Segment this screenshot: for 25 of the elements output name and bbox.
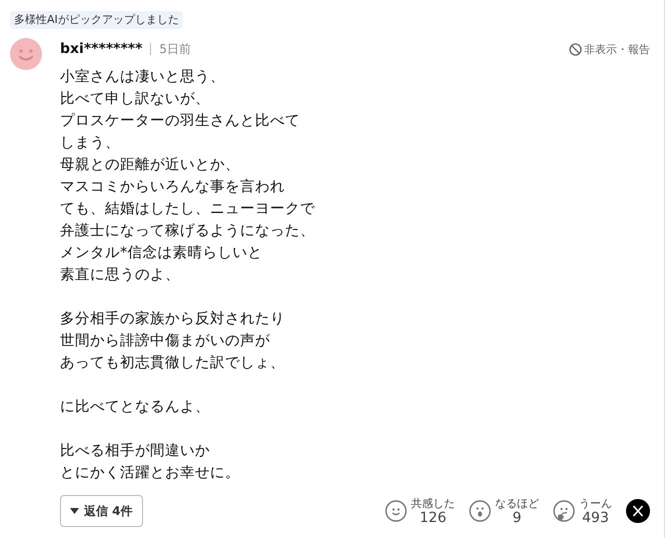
comment-text: 比べる相手が間違いか とにかく活躍とお幸せに。 bbox=[60, 442, 241, 483]
replies-button[interactable]: 返信 4件 bbox=[60, 495, 143, 527]
comment-text: 多分相手の家族から反対されたり 世間から誹謗中傷まがいの声が あっても初志貫徹した訳でしょ、 bbox=[60, 310, 286, 373]
share-icon[interactable] bbox=[626, 499, 650, 523]
reaction-button[interactable]: 共感した 126 bbox=[385, 496, 455, 526]
hide-report-link[interactable]: 非表示・報告 bbox=[569, 42, 650, 56]
pickup-badge: 多様性AIがピックアップしました bbox=[10, 11, 183, 29]
reaction-button[interactable]: うーん 493 bbox=[553, 496, 612, 526]
comment-text: 小室さんは凄いと思う、 比べて申し訳ないが、 プロスケーターの羽生さんと比べて しまう、 母親との距離が近いとか、 マスコミからいろんな事を言われ ても、結婚はしたし、ニューヨークで 弁護士になって稼げるようになった、 メンタル*信念は素晴らしいと 素直に思うのよ、 bbox=[60, 68, 316, 285]
prohibited-icon bbox=[569, 42, 582, 56]
surprised-face-icon bbox=[469, 500, 491, 522]
post-time: 5日前 bbox=[159, 40, 192, 58]
caret-icon bbox=[70, 508, 79, 514]
reaction-label: 共感した bbox=[411, 496, 455, 511]
reaction-label: なるほど bbox=[495, 496, 539, 511]
reaction-count: 493 bbox=[581, 511, 610, 526]
smile-face-icon bbox=[385, 500, 407, 522]
reaction-label: うーん bbox=[579, 496, 612, 511]
thinking-face-icon bbox=[553, 500, 575, 522]
avatar-icon bbox=[10, 38, 42, 70]
user-name[interactable]: bxi******** bbox=[60, 41, 142, 57]
reaction-count: 126 bbox=[418, 511, 448, 526]
reaction-button[interactable]: なるほど 9 bbox=[469, 496, 539, 526]
reaction-count: 9 bbox=[512, 511, 522, 526]
comment-text: に比べてとなるんよ、 bbox=[60, 398, 211, 417]
